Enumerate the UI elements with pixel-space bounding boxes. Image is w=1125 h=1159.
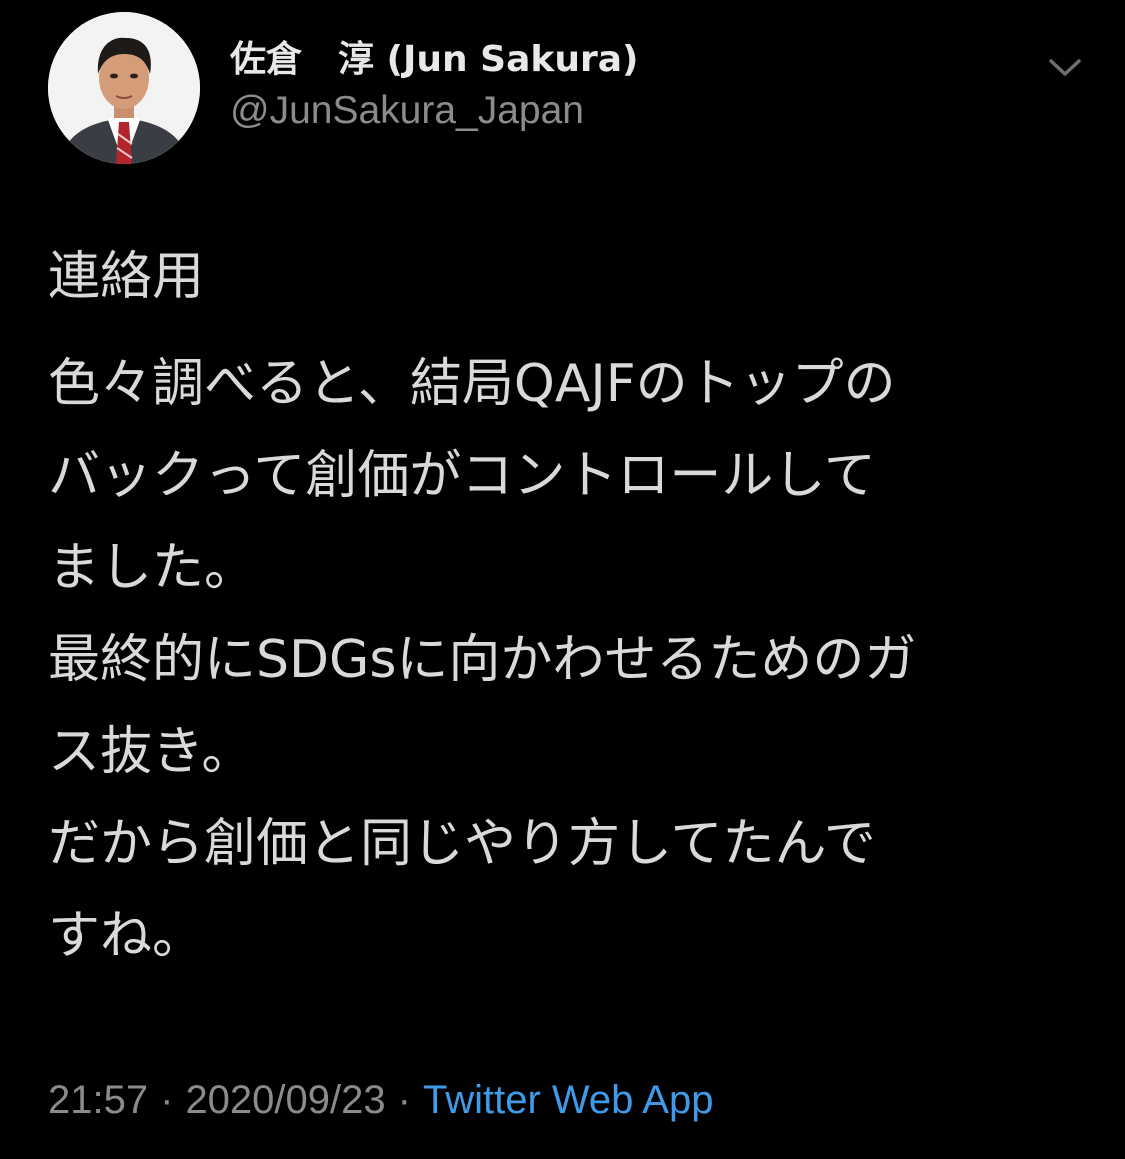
tweet-line: すね。 <box>48 906 205 966</box>
tweet-line: ました。 <box>48 538 257 598</box>
tweet-header: 佐倉 淳 (Jun Sakura) @JunSakura_Japan <box>48 12 1088 168</box>
tweet-line: 色々調べると、結局QAJFのトップの <box>48 354 896 414</box>
tweet-meta: 21:57 · 2020/09/23 · Twitter Web App <box>48 1070 713 1130</box>
tweet-heading: 連絡用 <box>48 247 205 307</box>
meta-separator: · <box>397 1078 411 1122</box>
tweet-line: バックって創価がコントロールして <box>48 446 876 506</box>
profile-photo-icon <box>48 12 200 164</box>
display-name[interactable]: 佐倉 淳 (Jun Sakura) <box>230 36 638 84</box>
tweet-text: 連絡用 色々調べると、結局QAJFのトップの バックって創価がコントロールして … <box>48 232 1088 982</box>
tweet-line: だから創価と同じやり方してたんで <box>48 814 876 874</box>
author-names: 佐倉 淳 (Jun Sakura) @JunSakura_Japan <box>230 36 638 136</box>
tweet-date[interactable]: 2020/09/23 <box>185 1078 385 1122</box>
tweet-line: 最終的にSDGsに向かわせるためのガ <box>48 630 917 690</box>
tweet-time[interactable]: 21:57 <box>48 1078 148 1122</box>
tweet-source-link[interactable]: Twitter Web App <box>423 1078 714 1122</box>
chevron-down-icon[interactable] <box>1043 52 1087 82</box>
user-handle[interactable]: @JunSakura_Japan <box>230 86 638 136</box>
avatar[interactable] <box>48 12 200 164</box>
meta-separator: · <box>160 1078 174 1122</box>
tweet-line: ス抜き。 <box>48 722 254 782</box>
